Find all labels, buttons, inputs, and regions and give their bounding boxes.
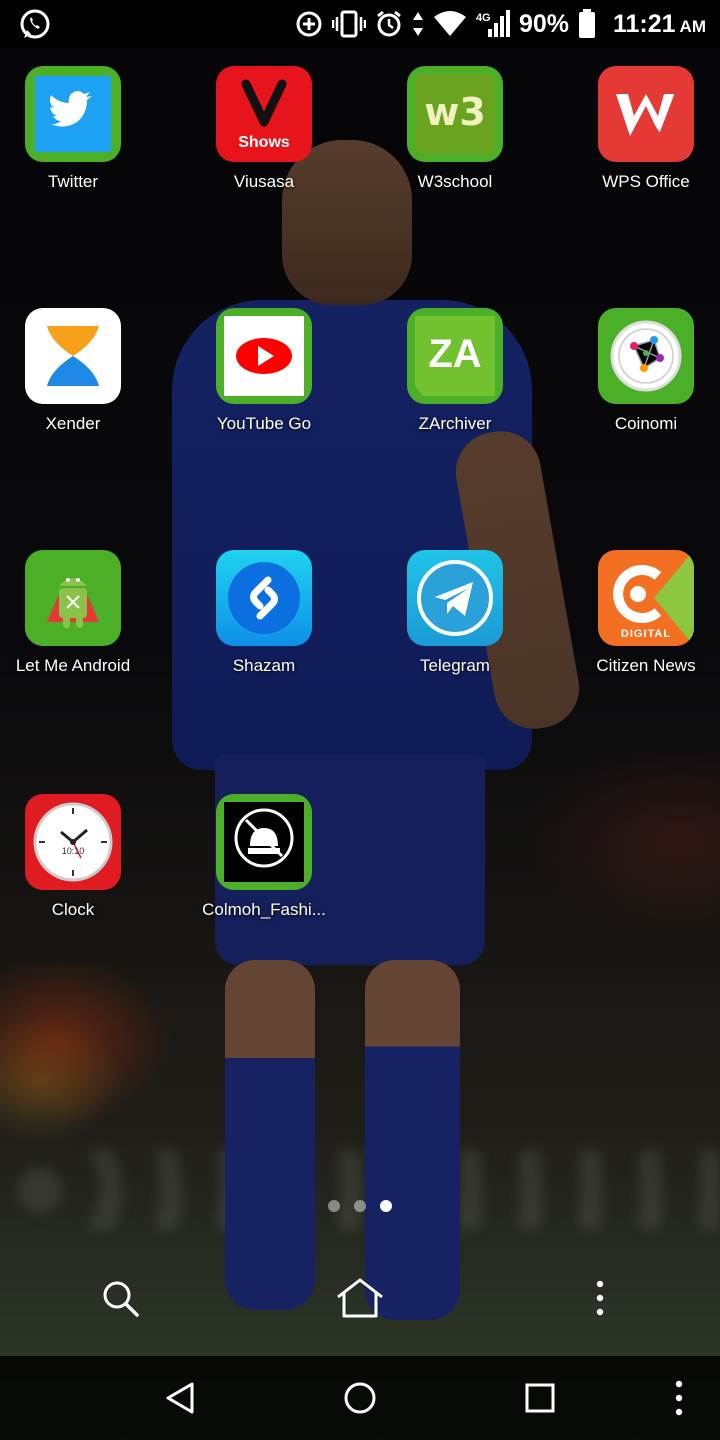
- clock-digital-text: 10:10: [61, 846, 85, 856]
- app-label: Colmoh_Fashi...: [202, 900, 326, 919]
- app-label: Let Me Android: [15, 656, 131, 675]
- status-clock-ampm: AM: [679, 16, 706, 36]
- wifi-icon: [433, 10, 467, 38]
- app-let-me-android[interactable]: Let Me Android: [0, 532, 158, 676]
- app-viusasa[interactable]: Shows Viusasa: [179, 48, 349, 192]
- alarm-icon: [375, 10, 403, 38]
- viusasa-shows-text: Shows: [238, 134, 290, 151]
- let-me-android-icon[interactable]: [25, 550, 121, 646]
- app-label: Clock: [51, 900, 95, 919]
- app-shazam[interactable]: Shazam: [179, 532, 349, 676]
- battery-percent: 90%: [518, 9, 569, 38]
- nav-menu-button[interactable]: [651, 1372, 707, 1428]
- app-w3school[interactable]: w3 W3school: [370, 48, 540, 192]
- xender-icon[interactable]: [25, 308, 121, 404]
- status-clock: 11:21: [612, 9, 676, 38]
- app-label: Coinomi: [614, 414, 678, 433]
- more-vertical-icon: [595, 1280, 605, 1321]
- page-dot-active[interactable]: [380, 1200, 392, 1212]
- w3school-icon[interactable]: w3: [407, 66, 503, 162]
- w3school-logo-text: w3: [424, 90, 486, 134]
- home-button[interactable]: [330, 1270, 390, 1330]
- coinomi-icon[interactable]: [598, 308, 694, 404]
- app-label: YouTube Go: [216, 414, 312, 433]
- app-telegram[interactable]: Telegram: [370, 532, 540, 676]
- app-coinomi[interactable]: Coinomi: [561, 290, 720, 434]
- app-clock[interactable]: 10:10 Clock: [0, 776, 158, 920]
- shazam-icon[interactable]: [216, 550, 312, 646]
- zarchiver-icon[interactable]: ZA: [407, 308, 503, 404]
- app-label: ZArchiver: [418, 414, 492, 433]
- more-vertical-icon: [674, 1380, 684, 1421]
- viusasa-icon[interactable]: Shows: [216, 66, 312, 162]
- status-bar: 4G 90% 11:21 AM: [0, 0, 720, 48]
- youtube-go-icon[interactable]: [216, 308, 312, 404]
- network-type-label: 4G: [475, 12, 491, 24]
- app-label: Shazam: [232, 656, 296, 675]
- clock-icon[interactable]: 10:10: [25, 794, 121, 890]
- page-dot[interactable]: [328, 1200, 340, 1212]
- dock-menu-button[interactable]: [570, 1270, 630, 1330]
- navigation-bar: [0, 1356, 720, 1440]
- app-label: Viusasa: [233, 172, 295, 191]
- wps-office-icon[interactable]: [598, 66, 694, 162]
- colmoh-fashion-icon[interactable]: [216, 794, 312, 890]
- home-nav-button[interactable]: [332, 1372, 388, 1428]
- battery-icon: [578, 9, 596, 39]
- app-colmoh-fashion[interactable]: Colmoh_Fashi...: [179, 776, 349, 920]
- twitter-icon[interactable]: [25, 66, 121, 162]
- search-icon: [100, 1278, 140, 1323]
- app-label: Xender: [45, 414, 101, 433]
- data-saver-icon: [295, 10, 323, 38]
- wallpaper: [0, 0, 720, 1440]
- app-label: W3school: [417, 172, 493, 191]
- app-zarchiver[interactable]: ZA ZArchiver: [370, 290, 540, 434]
- app-label: Twitter: [47, 172, 99, 191]
- back-button[interactable]: [152, 1372, 208, 1428]
- vibrate-icon: [331, 10, 366, 38]
- whatsapp-icon: [18, 8, 52, 42]
- signal-4g-icon: 4G: [476, 9, 510, 39]
- citizen-news-icon[interactable]: DIGITAL: [598, 550, 694, 646]
- recents-button[interactable]: [512, 1372, 568, 1428]
- app-label: Telegram: [420, 656, 490, 675]
- app-youtube-go[interactable]: YouTube Go: [179, 290, 349, 434]
- telegram-icon[interactable]: [407, 550, 503, 646]
- app-label: Citizen News: [596, 656, 696, 675]
- page-dot[interactable]: [354, 1200, 366, 1212]
- app-label: WPS Office: [602, 172, 690, 191]
- app-xender[interactable]: Xender: [0, 290, 158, 434]
- citizen-digital-text: DIGITAL: [620, 628, 672, 640]
- app-citizen-news[interactable]: DIGITAL Citizen News: [561, 532, 720, 676]
- back-icon: [164, 1381, 196, 1420]
- search-button[interactable]: [90, 1270, 150, 1330]
- data-arrows-icon: [412, 11, 424, 37]
- dock: [0, 1262, 720, 1332]
- app-twitter[interactable]: Twitter: [0, 48, 158, 192]
- zarchiver-logo-text: ZA: [428, 332, 482, 376]
- recents-icon: [525, 1383, 555, 1418]
- home-circle-icon: [343, 1381, 377, 1420]
- home-icon: [335, 1277, 385, 1324]
- page-indicator: [0, 1200, 720, 1212]
- app-wps-office[interactable]: WPS Office: [561, 48, 720, 192]
